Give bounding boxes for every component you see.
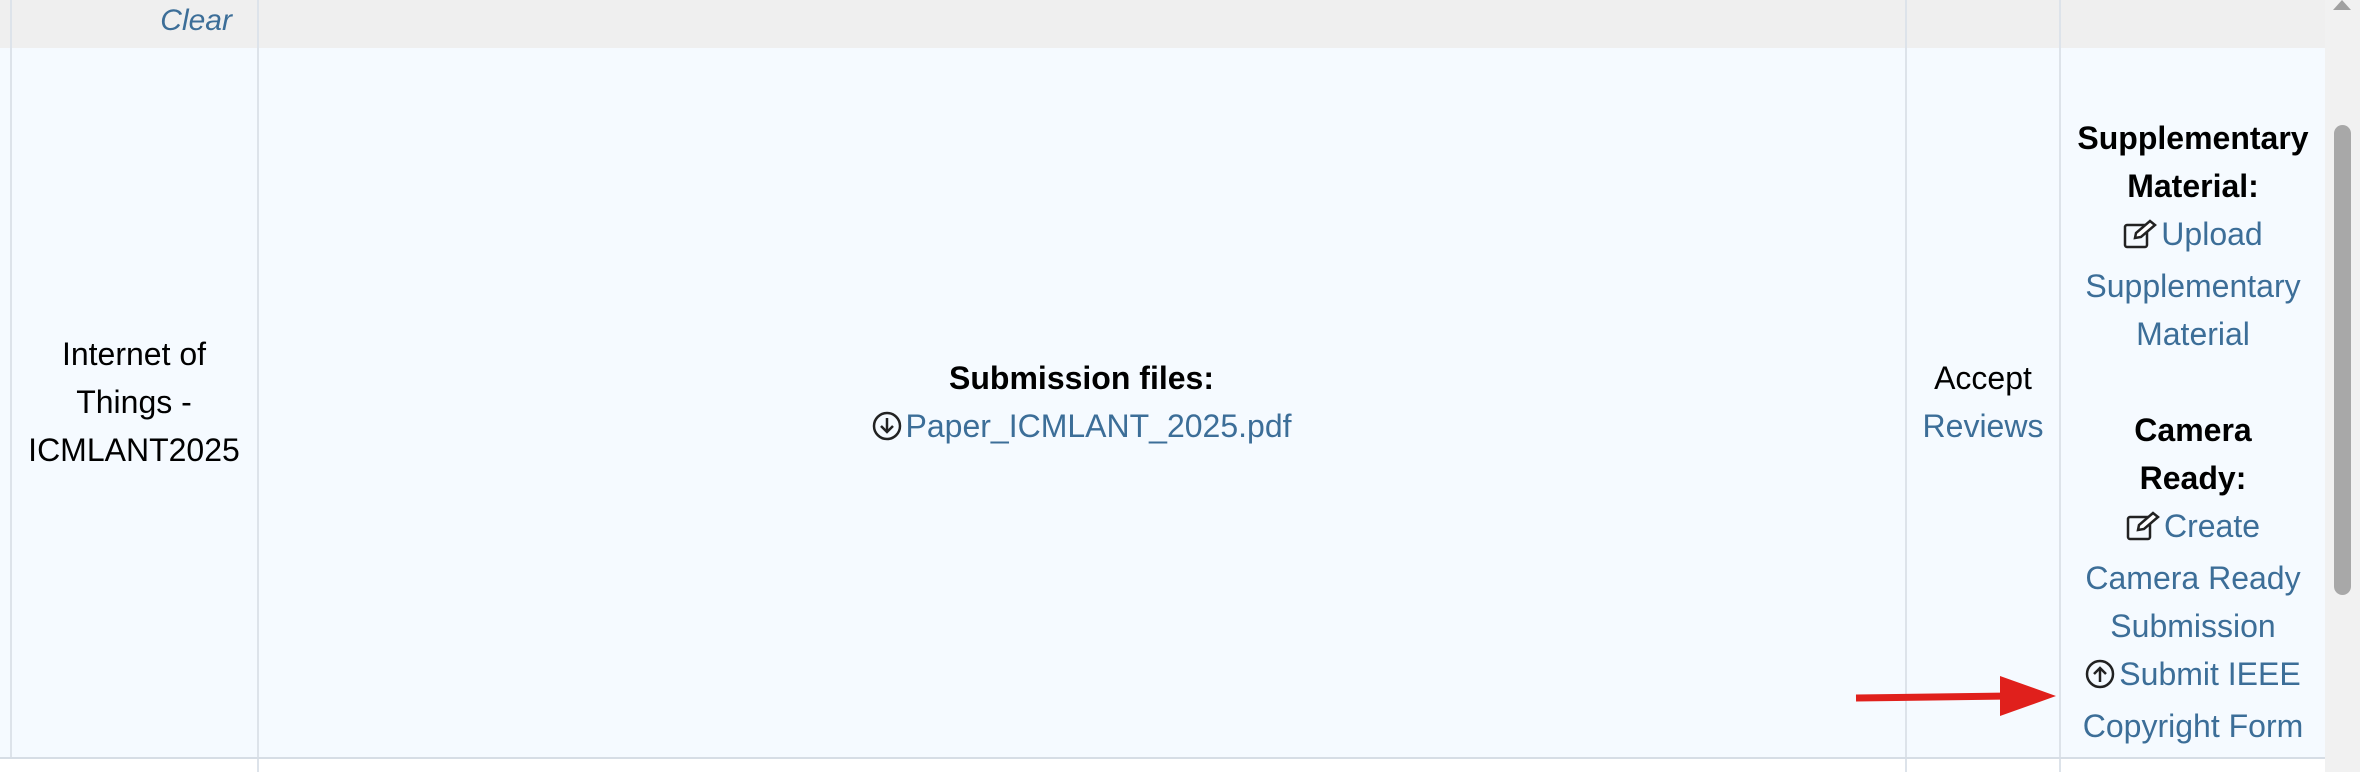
table-header-row (0, 0, 2325, 49)
download-circle-icon (872, 406, 902, 454)
edit-icon (2123, 214, 2158, 262)
track-line: ICMLANT2025 (28, 432, 240, 468)
supplementary-heading: Supplementary Material: (2077, 120, 2309, 204)
submit-copyright-form-link[interactable]: Submit IEEE Copyright Form (2061, 650, 2325, 750)
actions-cell: Supplementary Material: Upload Supplemen… (2061, 114, 2325, 750)
camera-ready-heading: Camera Ready: (2134, 412, 2252, 496)
decision-label: Accept (1934, 360, 2032, 396)
edit-icon (2126, 506, 2160, 554)
files-cell: Submission files: Paper_ICMLANT_2025.pdf (259, 354, 1904, 454)
row-divider (0, 757, 2325, 759)
reviews-link[interactable]: Reviews (1907, 402, 2059, 450)
track-line: Internet of (61, 336, 207, 372)
red-arrow-annotation (1855, 676, 2056, 716)
submission-files-heading: Submission files: (949, 360, 1214, 396)
track-line: Things - (76, 384, 192, 420)
status-cell: Accept Reviews (1907, 354, 2059, 450)
create-camera-ready-link[interactable]: Create Camera Ready Submission (2061, 502, 2325, 650)
upload-supplementary-link[interactable]: Upload Supplementary Material (2061, 210, 2325, 358)
clear-filter-link[interactable]: Clear (160, 4, 232, 38)
scroll-up-arrow-icon[interactable] (2333, 0, 2351, 10)
upload-circle-icon (2085, 654, 2115, 702)
submission-file-link[interactable]: Paper_ICMLANT_2025.pdf (906, 408, 1292, 444)
scrollbar-thumb[interactable] (2334, 125, 2351, 595)
track-cell: Internet of Things - ICMLANT2025 (12, 330, 256, 474)
